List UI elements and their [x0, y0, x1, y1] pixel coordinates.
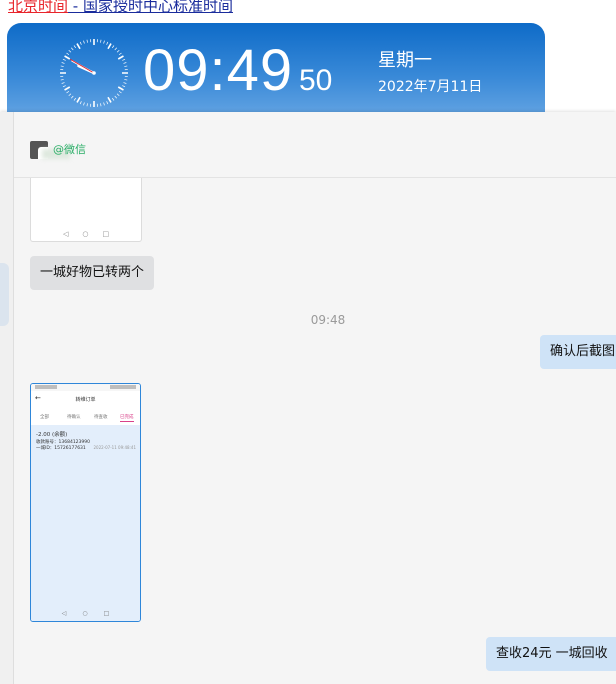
- phone-order-body: -2.00 (余额) 收款账号：13684123990 一城ID：1572617…: [31, 425, 140, 606]
- page-header-link[interactable]: 北京时间 - 国家授时中心标准时间: [8, 0, 233, 16]
- phone-status-bar: [31, 384, 140, 391]
- wechat-tag: @微信: [53, 143, 86, 156]
- clock-minute-tick: [66, 90, 70, 94]
- chat-header: @微信: [14, 112, 616, 178]
- clock-minute-tick: [68, 93, 72, 97]
- clock-hour-tick: [117, 55, 124, 60]
- clock-minute-tick: [111, 97, 115, 101]
- home-icon: ○: [82, 230, 89, 238]
- clock-minute-tick: [73, 45, 77, 49]
- clock-minute-tick: [124, 79, 128, 81]
- clock-minute-tick: [61, 82, 65, 84]
- clock-minute-tick: [116, 93, 120, 97]
- ntsc-time-link[interactable]: - 国家授时中心标准时间: [68, 0, 233, 15]
- clock-minute-tick: [79, 41, 82, 45]
- clock-minute-tick: [122, 85, 126, 88]
- digital-time: 09:49: [143, 38, 294, 103]
- phone-nav-bar: ◁ ○ □: [31, 606, 140, 621]
- clock-minute-tick: [60, 79, 64, 81]
- clock-minute-tick: [118, 52, 122, 56]
- clock-minute-tick: [103, 102, 105, 106]
- screenshot-image-message[interactable]: ← 转维订单 全部 待确认 待查收 已完成 -2.00 (余额) 收款账号：13…: [30, 383, 141, 622]
- clock-minute-tick: [106, 101, 109, 105]
- clock-minute-tick: [114, 95, 118, 99]
- clock-banner: 09:49 50 星期一 2022年7月11日: [7, 23, 545, 123]
- digital-seconds: 50: [299, 64, 333, 97]
- message-timestamp: 09:48: [310, 313, 346, 327]
- clock-hour-tick: [76, 96, 81, 103]
- clock-minute-tick: [114, 47, 118, 51]
- date-label: 2022年7月11日: [378, 79, 483, 95]
- phone-nav-bar: ◁ ○ □: [31, 227, 141, 241]
- message-bubble-left[interactable]: 一城好物已转两个: [30, 256, 155, 290]
- clock-minute-tick: [86, 103, 88, 107]
- phone-tab-active: 已完成: [120, 415, 134, 422]
- clock-minute-tick: [123, 82, 127, 84]
- phone-tabs: 全部 待确认 待查收 已完成: [31, 407, 140, 425]
- clock-minute-tick: [106, 41, 109, 45]
- back-icon: ◁: [62, 230, 69, 238]
- phone-tab: 待确认: [67, 415, 81, 420]
- clock-hour-tick: [117, 86, 124, 91]
- clock-minute-tick: [100, 39, 102, 43]
- clock-hour-tick: [64, 86, 71, 91]
- phone-page-title: 转维订单: [75, 397, 96, 403]
- clock-sec-hand: [70, 59, 95, 74]
- clock-hour-tick: [107, 43, 112, 50]
- clock-minute-tick: [61, 62, 65, 64]
- clock-minute-tick: [122, 58, 126, 61]
- clock-hour-tick: [107, 96, 112, 103]
- clock-minute-tick: [111, 45, 115, 49]
- back-icon: ◁: [61, 610, 67, 617]
- beijing-time-link[interactable]: 北京时间: [8, 0, 68, 15]
- avatar[interactable]: [30, 141, 70, 159]
- clock-minute-tick: [100, 103, 102, 107]
- clock-minute-tick: [86, 39, 88, 43]
- recents-icon: □: [102, 230, 110, 238]
- clock-minute-tick: [70, 47, 74, 51]
- clock-minute-tick: [73, 97, 77, 101]
- clock-minute-tick: [123, 62, 127, 64]
- analog-clock-icon: [60, 39, 128, 107]
- clock-minute-tick: [116, 49, 120, 53]
- message-bubble-right[interactable]: 查收24元 一城回收: [486, 637, 616, 671]
- clock-minute-tick: [118, 90, 122, 94]
- clock-minute-tick: [68, 49, 72, 53]
- clock-minute-tick: [62, 85, 66, 88]
- phone-app-header: ← 转维订单: [31, 391, 140, 407]
- clock-minute-tick: [83, 40, 85, 44]
- clock-minute-tick: [60, 65, 64, 67]
- recents-icon: □: [103, 610, 110, 617]
- clock-hour-tick: [76, 43, 81, 50]
- clock-minute-tick: [79, 101, 82, 105]
- message-bubble-right[interactable]: 确认后截图: [540, 335, 616, 369]
- order-amount: -2.00 (余额): [36, 432, 68, 438]
- clock-hour-tick: [64, 55, 71, 60]
- clock-minute-tick: [70, 95, 74, 99]
- image-message[interactable]: ◁ ○ □: [30, 178, 142, 242]
- clock-minute-tick: [66, 52, 70, 56]
- order-date: 2022-07-11 09:48:41: [93, 445, 136, 450]
- clock-minute-tick: [62, 58, 66, 61]
- clock-minute-tick: [124, 65, 128, 67]
- clock-minute-tick: [83, 102, 85, 106]
- message-list[interactable]: ◁ ○ □ 一城好物已转两个 09:48 确认后截图 ← 转维订单 全部 待确认…: [0, 112, 616, 684]
- phone-tab: 全部: [40, 415, 49, 420]
- home-icon: ○: [82, 610, 88, 617]
- phone-tab: 待查收: [94, 415, 108, 420]
- clock-minute-tick: [103, 40, 105, 44]
- weekday-label: 星期一: [378, 50, 432, 71]
- chat-window: ◁ ○ □ 一城好物已转两个 09:48 确认后截图 ← 转维订单 全部 待确认…: [0, 112, 616, 684]
- order-id: 一城ID：15726177631: [36, 446, 86, 451]
